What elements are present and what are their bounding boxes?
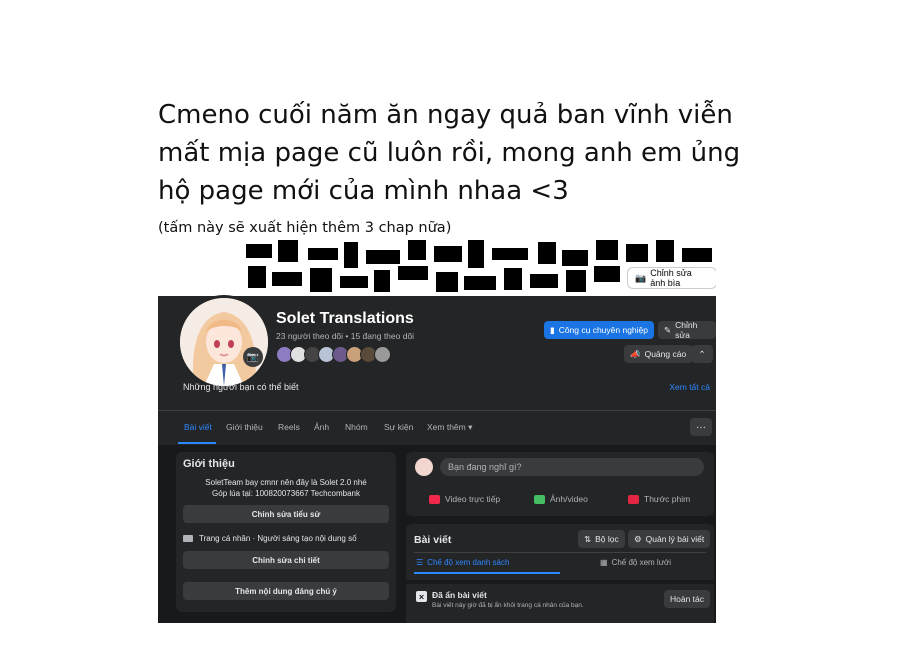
category-label: Trang cá nhân · Người sáng tạo nội dung … <box>199 534 357 543</box>
camera-icon: 📷 <box>635 272 647 283</box>
notice-text: Cmeno cuối năm ăn ngay quả ban vĩnh viễn… <box>158 96 758 210</box>
edit-details-button[interactable]: Chỉnh sửa chi tiết <box>183 551 389 569</box>
edit-page-label: Chỉnh sửa <box>675 320 698 340</box>
filter-label: Bộ lọc <box>595 534 619 544</box>
tab-about[interactable]: Giới thiệu <box>226 422 263 432</box>
notice-line-2: mất mịa page cũ luôn rồi, mong anh em ủn… <box>158 138 741 168</box>
follower-avatar[interactable] <box>374 346 391 363</box>
notice-line-1: Cmeno cuối năm ăn ngay quả ban vĩnh viễn <box>158 100 733 130</box>
divider <box>414 552 706 553</box>
post-composer: Bạn đang nghĩ gì? Video trực tiếp Ảnh/vi… <box>406 452 714 516</box>
live-video-button[interactable]: Video trực tiếp <box>429 494 500 504</box>
bio-line-2: Góp lúa tại: 100820073667 Techcombank <box>212 489 360 498</box>
pro-tools-label: Công cụ chuyên nghiệp <box>558 325 649 335</box>
cover-photo[interactable]: 📷 Chỉnh sửa ảnh bìa <box>158 240 716 296</box>
page-category: Trang cá nhân · Người sáng tạo nội dung … <box>183 534 357 543</box>
tab-posts[interactable]: Bài viết <box>184 422 212 432</box>
composer-avatar <box>415 458 433 476</box>
list-view-underline <box>414 572 560 574</box>
manage-posts-label: Quản lý bài viết <box>645 534 705 544</box>
edit-bio-button[interactable]: Chỉnh sửa tiểu sử <box>183 505 389 523</box>
edit-cover-label: Chỉnh sửa ảnh bìa <box>650 268 692 288</box>
live-video-icon <box>429 494 440 504</box>
intro-card: Giới thiệu SoletTeam bay cmnr nên đây là… <box>176 452 396 612</box>
reel-label: Thước phim <box>644 494 691 504</box>
people-you-may-know: Những người bạn có thể biết <box>183 382 299 392</box>
filter-button[interactable]: ⇅ Bộ lọc <box>578 530 625 548</box>
hidden-post-notice: × Đã ẩn bài viết Bài viết này giờ đã bị … <box>406 584 714 623</box>
tab-reels[interactable]: Reels <box>278 422 300 432</box>
posts-card: Bài viết ⇅ Bộ lọc ⚙ Quản lý bài viết ☰ C… <box>406 524 714 623</box>
bio-line-1: SoletTeam bay cmnr nên đây là Solet 2.0 … <box>205 478 367 487</box>
grid-view-tab[interactable]: ▦ Chế độ xem lưới <box>600 558 671 567</box>
folder-icon <box>183 535 193 542</box>
pencil-icon: ✎ <box>664 324 672 335</box>
follower-avatars <box>276 346 391 363</box>
hidden-post-icon: × <box>416 591 427 602</box>
see-all-link[interactable]: Xem tất cả <box>669 382 710 392</box>
live-video-label: Video trực tiếp <box>445 494 501 504</box>
tab-groups[interactable]: Nhóm <box>345 422 368 432</box>
hidden-post-title: Đã ẩn bài viết <box>432 590 487 600</box>
edit-page-button[interactable]: ✎ Chỉnh sửa <box>658 320 716 340</box>
notice-note: (tấm này sẽ xuất hiện thêm 3 chap nữa) <box>158 220 452 236</box>
edit-cover-button[interactable]: 📷 Chỉnh sửa ảnh bìa <box>628 268 716 288</box>
chart-icon: ▮ <box>550 324 555 335</box>
undo-button[interactable]: Hoàn tác <box>664 590 711 608</box>
advertise-button[interactable]: 📣 Quảng cáo <box>624 345 693 363</box>
list-view-tab[interactable]: ☰ Chế độ xem danh sách <box>416 558 509 567</box>
hidden-post-description: Bài viết này giờ đã bị ẩn khỏi trang cá … <box>432 602 584 609</box>
more-options-button[interactable]: ··· <box>690 418 712 436</box>
grid-icon: ▦ <box>600 558 608 567</box>
gear-icon: ⚙ <box>634 533 642 544</box>
tab-more[interactable]: Xem thêm ▾ <box>427 422 472 433</box>
tab-events[interactable]: Sự kiện <box>384 422 413 432</box>
grid-view-label: Chế độ xem lưới <box>611 558 672 567</box>
posts-title: Bài viết <box>414 534 452 546</box>
followers-count[interactable]: 23 người theo dõi • 15 đang theo dõi <box>276 331 414 341</box>
tab-photos[interactable]: Ảnh <box>314 422 329 432</box>
photo-video-button[interactable]: Ảnh/video <box>534 494 588 504</box>
photo-video-label: Ảnh/video <box>550 494 588 504</box>
add-featured-button[interactable]: Thêm nội dung đáng chú ý <box>183 582 389 600</box>
facebook-page-screenshot: 📷 Chỉnh sửa ảnh bìa Solet Translations 2… <box>158 240 716 623</box>
photo-icon <box>534 494 545 504</box>
list-view-label: Chế độ xem danh sách <box>427 558 510 567</box>
profile-avatar[interactable] <box>177 295 271 389</box>
filter-icon: ⇅ <box>584 533 592 544</box>
update-avatar-camera-icon[interactable]: 📷 <box>243 347 263 367</box>
manage-posts-button[interactable]: ⚙ Quản lý bài viết <box>628 530 711 548</box>
advertise-label: Quảng cáo <box>644 349 687 359</box>
chevron-up-icon: ⌃ <box>698 348 706 359</box>
notice-line-3: hộ page mới của mình nhaa <3 <box>158 176 569 206</box>
page-name: Solet Translations <box>276 310 414 327</box>
reel-button[interactable]: Thước phim <box>628 494 690 504</box>
collapse-button[interactable]: ⌃ <box>691 345 713 363</box>
reel-icon <box>628 494 639 504</box>
post-input[interactable]: Bạn đang nghĩ gì? <box>440 458 704 476</box>
profile-tabs: Bài viết Giới thiệu Reels Ảnh Nhóm Sự ki… <box>158 410 716 445</box>
list-icon: ☰ <box>416 558 424 567</box>
intro-title: Giới thiệu <box>183 458 235 470</box>
megaphone-icon: 📣 <box>630 348 641 359</box>
active-tab-indicator <box>178 442 216 444</box>
pro-tools-button[interactable]: ▮ Công cụ chuyên nghiệp <box>544 321 655 339</box>
anime-avatar-image <box>180 298 268 386</box>
